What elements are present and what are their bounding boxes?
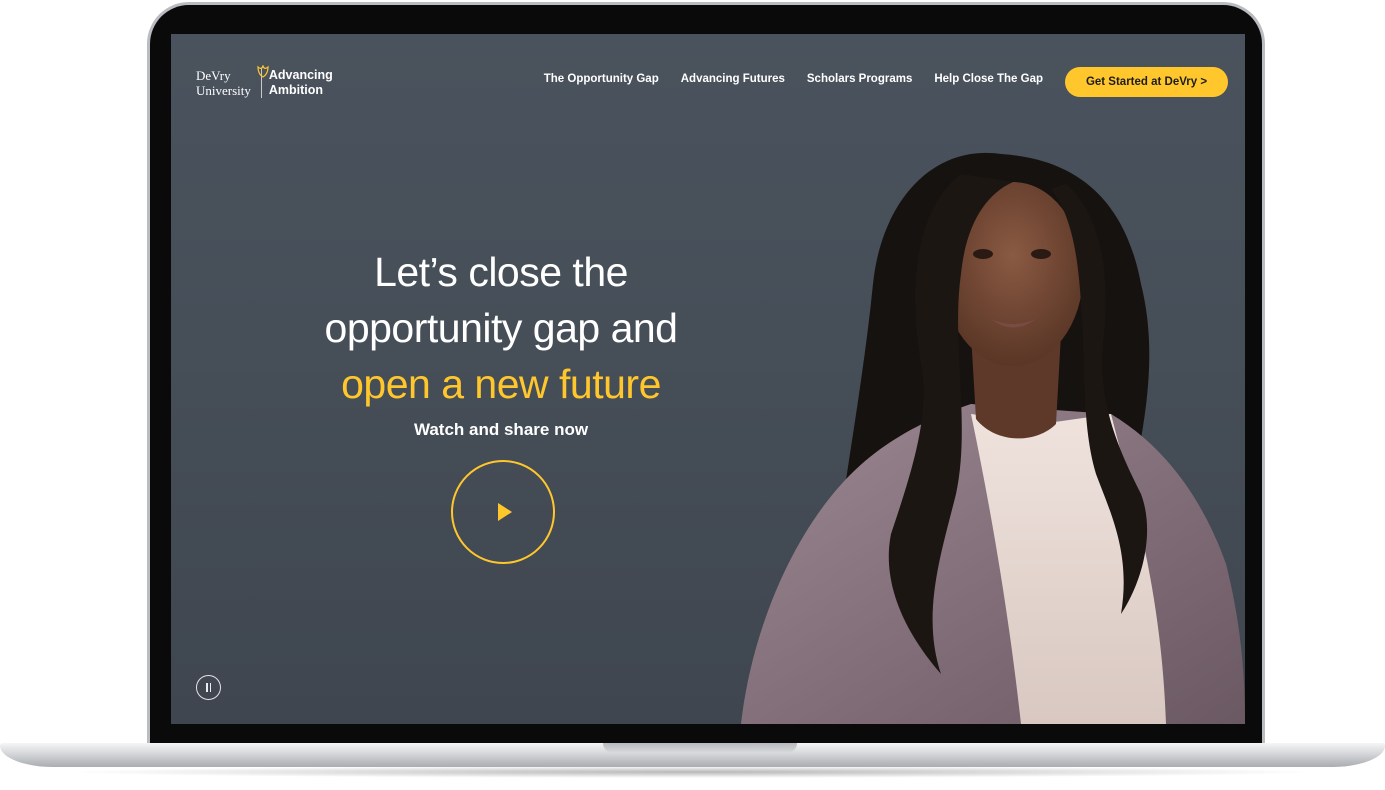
hero-headline-line1: Let’s close the [374, 249, 628, 295]
laptop-base-notch [603, 743, 797, 753]
nav-item-scholars-programs[interactable]: Scholars Programs [807, 73, 912, 85]
logo-brand-name: DeVry University [196, 65, 269, 98]
get-started-button[interactable]: Get Started at DeVry > [1065, 67, 1228, 97]
nav-item-help-close-the-gap[interactable]: Help Close The Gap [934, 73, 1043, 85]
logo-tagline-line2: Ambition [268, 83, 324, 97]
tulip-logo-icon [257, 65, 269, 78]
logo-brand-line1: DeVry [196, 68, 231, 83]
hero-headline-line3: open a new future [341, 361, 661, 407]
logo-brand-line2: University [196, 83, 251, 98]
laptop-frame: DeVry University Advancing Ambition The … [0, 0, 1385, 790]
nav-item-advancing-futures[interactable]: Advancing Futures [681, 73, 785, 85]
play-video-button[interactable] [451, 460, 555, 564]
logo-tagline: Advancing Ambition [269, 68, 333, 98]
logo-tagline-line1: Advancing [268, 68, 333, 82]
devry-logo[interactable]: DeVry University Advancing Ambition [196, 65, 333, 98]
hero-headline: Let’s close the opportunity gap and open… [231, 244, 771, 412]
site-header: DeVry University Advancing Ambition The … [171, 34, 1245, 130]
pause-icon-bar [209, 683, 211, 692]
pause-background-button[interactable] [196, 675, 221, 700]
pause-icon [206, 683, 208, 692]
laptop-shadow [60, 766, 1325, 778]
main-nav: The Opportunity Gap Advancing Futures Sc… [544, 73, 1043, 85]
hero-headline-line2: opportunity gap and [324, 305, 678, 351]
browser-screen: DeVry University Advancing Ambition The … [171, 34, 1245, 724]
hero-section: Let’s close the opportunity gap and open… [231, 244, 771, 440]
play-icon [498, 503, 512, 521]
nav-item-opportunity-gap[interactable]: The Opportunity Gap [544, 73, 659, 85]
hero-subtitle: Watch and share now [413, 420, 589, 439]
